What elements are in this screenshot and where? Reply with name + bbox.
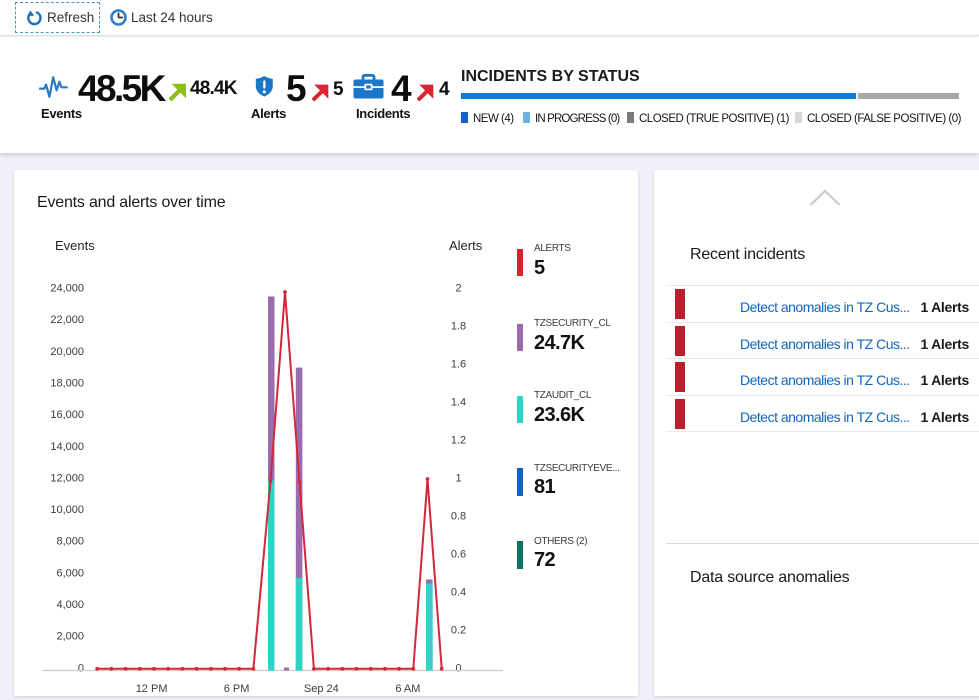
svg-text:6 AM: 6 AM — [395, 683, 420, 695]
svg-text:8,000: 8,000 — [56, 536, 84, 548]
svg-text:0: 0 — [78, 662, 84, 674]
svg-text:0.4: 0.4 — [451, 586, 466, 598]
svg-text:0: 0 — [455, 662, 461, 674]
svg-text:1.2: 1.2 — [451, 434, 466, 446]
svg-text:1.8: 1.8 — [451, 321, 466, 333]
svg-text:14,000: 14,000 — [50, 441, 84, 453]
svg-text:1: 1 — [455, 472, 461, 484]
svg-text:2: 2 — [455, 283, 461, 295]
svg-text:1.4: 1.4 — [451, 396, 466, 408]
svg-text:Sep 24: Sep 24 — [304, 683, 339, 695]
svg-text:12 PM: 12 PM — [136, 683, 168, 695]
svg-text:24,000: 24,000 — [50, 283, 84, 295]
svg-text:12,000: 12,000 — [50, 472, 84, 484]
svg-text:0.8: 0.8 — [451, 510, 466, 522]
svg-text:22,000: 22,000 — [50, 314, 84, 326]
svg-text:6 PM: 6 PM — [224, 683, 250, 695]
svg-text:Events: Events — [55, 238, 95, 253]
svg-text:2,000: 2,000 — [56, 631, 84, 643]
svg-text:16,000: 16,000 — [50, 409, 84, 421]
svg-text:6,000: 6,000 — [56, 567, 84, 579]
svg-text:0.6: 0.6 — [451, 548, 466, 560]
svg-text:1.6: 1.6 — [451, 359, 466, 371]
svg-text:Alerts: Alerts — [449, 238, 483, 253]
svg-text:4,000: 4,000 — [56, 599, 84, 611]
svg-text:10,000: 10,000 — [50, 504, 84, 516]
svg-text:0.2: 0.2 — [451, 624, 466, 636]
svg-text:18,000: 18,000 — [50, 378, 84, 390]
svg-text:20,000: 20,000 — [50, 346, 84, 358]
